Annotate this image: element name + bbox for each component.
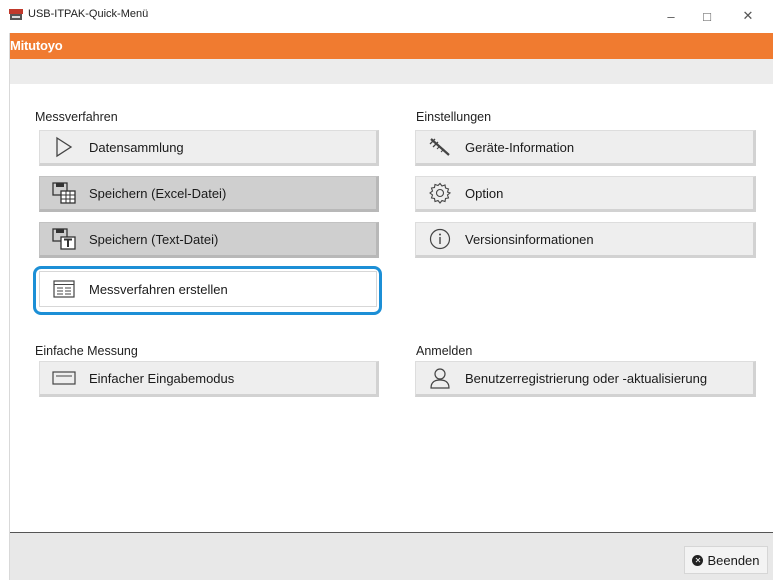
version-info-button[interactable]: Versionsinformationen [415, 222, 756, 258]
save-excel-button[interactable]: Speichern (Excel-Datei) [39, 176, 379, 212]
window-title: USB-ITPAK-Quick-Menü [28, 8, 149, 20]
data-collection-button[interactable]: Datensammlung [39, 130, 379, 166]
user-registration-label: Benutzerregistrierung oder -aktualisieru… [465, 370, 708, 386]
minimize-button[interactable]: – [656, 6, 686, 26]
play-outline-icon [52, 135, 76, 159]
close-circle-icon: ✕ [692, 554, 704, 566]
footer-bar: ✕ Beenden [10, 533, 773, 580]
create-procedure-icon [52, 277, 76, 301]
main-content: Messverfahren Datensammlung Speichern (E… [10, 84, 773, 532]
data-collection-label: Datensammlung [89, 139, 184, 155]
simple-input-mode-button[interactable]: Einfacher Eingabemodus [39, 361, 379, 397]
device-info-label: Geräte-Information [465, 139, 575, 155]
create-procedure-label: Messverfahren erstellen [89, 281, 228, 297]
section-label-simple: Einfache Messung [35, 344, 138, 358]
user-icon [428, 366, 452, 390]
save-table-icon [52, 181, 76, 205]
brand-bar: Mitutoyo [10, 33, 773, 59]
simple-input-mode-label: Einfacher Eingabemodus [89, 370, 235, 386]
user-registration-button[interactable]: Benutzerregistrierung oder -aktualisieru… [415, 361, 756, 397]
section-label-settings: Einstellungen [416, 110, 492, 124]
maximize-button[interactable]: □ [692, 6, 722, 26]
device-info-button[interactable]: Geräte-Information [415, 130, 756, 166]
app-icon [9, 9, 23, 20]
toolbar-strip [10, 59, 773, 84]
version-info-label: Versionsinformationen [465, 231, 594, 247]
save-text-label: Speichern (Text-Datei) [89, 231, 219, 247]
quit-button[interactable]: ✕ Beenden [684, 546, 768, 574]
info-icon [428, 227, 452, 251]
save-text-icon [52, 227, 76, 251]
create-procedure-button[interactable]: Messverfahren erstellen [39, 271, 377, 307]
quit-label: Beenden [707, 552, 760, 568]
window-left-edge [0, 33, 10, 580]
save-text-button[interactable]: Speichern (Text-Datei) [39, 222, 379, 258]
save-excel-label: Speichern (Excel-Datei) [89, 185, 227, 201]
option-button[interactable]: Option [415, 176, 756, 212]
section-label-measurement: Messverfahren [35, 110, 118, 124]
gear-icon [428, 181, 452, 205]
caliper-icon [428, 135, 452, 159]
title-bar: USB-ITPAK-Quick-Menü – □ ✕ [0, 0, 773, 33]
option-label: Option [465, 185, 504, 201]
input-field-icon [52, 366, 76, 390]
brand-logo: Mitutoyo [10, 38, 63, 53]
section-label-login: Anmelden [416, 344, 473, 358]
close-window-button[interactable]: ✕ [733, 6, 763, 26]
